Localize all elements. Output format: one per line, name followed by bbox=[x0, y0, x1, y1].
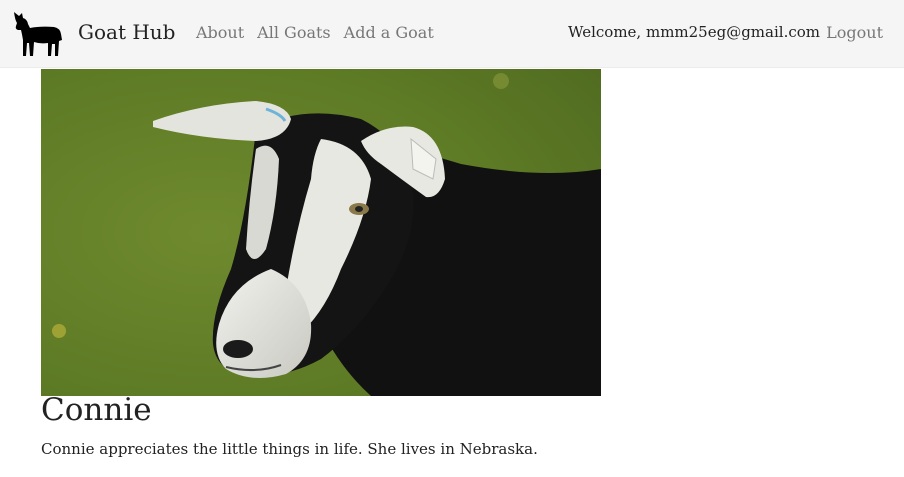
goat-description: Connie appreciates the little things in … bbox=[41, 440, 538, 458]
welcome-text: Welcome, mmm25eg@gmail.com bbox=[568, 23, 820, 41]
goat-name: Connie bbox=[41, 392, 152, 428]
navbar: Goat Hub About All Goats Add a Goat Welc… bbox=[0, 0, 904, 68]
goat-logo-icon[interactable] bbox=[10, 10, 64, 58]
nav-link-all-goats[interactable]: All Goats bbox=[257, 23, 330, 42]
brand-link[interactable]: Goat Hub bbox=[78, 20, 175, 44]
goat-photo bbox=[41, 69, 601, 396]
nav-links: About All Goats Add a Goat bbox=[196, 23, 434, 42]
logout-link[interactable]: Logout bbox=[826, 23, 883, 42]
nav-link-about[interactable]: About bbox=[196, 23, 244, 42]
nav-link-add-goat[interactable]: Add a Goat bbox=[344, 23, 434, 42]
